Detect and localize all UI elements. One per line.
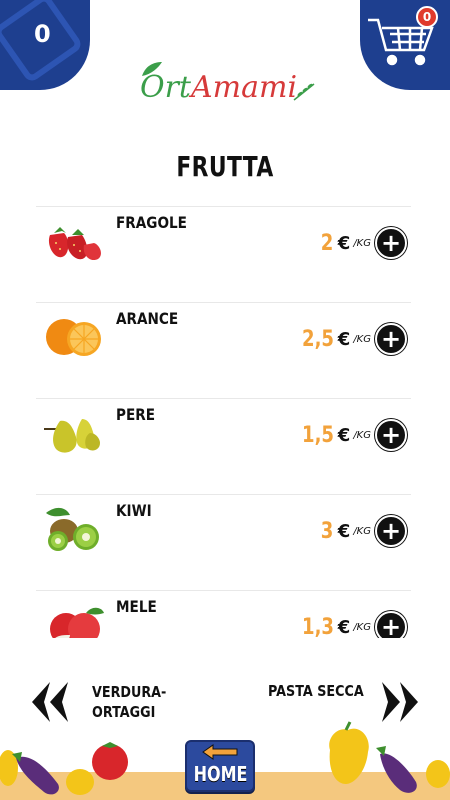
add-to-cart-button[interactable]: + [375,227,407,259]
price-value: 1,5 [301,422,334,448]
back-arrow-icon [202,744,238,760]
product-card[interactable]: ARANCE 2,5 € /KG + [36,302,411,380]
previous-category-label[interactable]: VERDURA- ORTAGGI [92,682,166,722]
currency-symbol: € [337,616,351,638]
kiwi-icon [46,507,99,551]
previous-category-label-line-2: ORTAGGI [92,703,156,721]
product-card[interactable]: KIWI 3 € /KG + [36,494,411,572]
price-unit: /KG [353,237,371,249]
price-block: 2,5 € /KG + [295,323,407,355]
vegetables-right-decoration [329,721,450,793]
price-unit: /KG [353,621,371,633]
plus-icon: + [380,229,402,257]
currency-symbol: € [337,424,351,446]
price-unit: /KG [353,525,371,537]
add-to-cart-button[interactable]: + [375,515,407,547]
price-block: 2 € /KG + [318,227,407,259]
previous-category-button[interactable] [30,680,70,724]
counter-value: 0 [34,20,51,48]
vegetables-left-decoration [0,742,128,795]
next-category-label[interactable]: PASTA SECCA [268,682,364,700]
leaf-icon [142,62,162,76]
plus-icon: + [380,613,402,638]
price-unit: /KG [353,333,371,345]
product-list[interactable]: FRAGOLE 2 € /KG + ARANCE 2,5 € /KG + PER… [36,206,411,638]
currency-symbol: € [337,328,351,350]
product-name: PERE [116,405,156,424]
add-to-cart-button[interactable]: + [375,611,407,638]
product-name: ARANCE [116,309,179,328]
plus-icon: + [380,517,402,545]
price-value: 1,3 [301,614,334,639]
orange-icon [46,319,101,356]
product-card[interactable]: PERE 1,5 € /KG + [36,398,411,476]
price-block: 1,5 € /KG + [295,419,407,451]
price-block: 3 € /KG + [318,515,407,547]
price-block: 1,3 € /KG + [295,611,407,638]
product-name: KIWI [116,501,152,520]
page-title: FRUTTA [176,150,274,183]
pear-icon [44,419,100,453]
logo-part-2: Amami [191,70,298,105]
price-value: 2,5 [301,326,334,352]
currency-symbol: € [337,232,351,254]
previous-category-label-line-1: VERDURA- [92,683,167,701]
product-name: FRAGOLE [116,213,187,232]
product-name: MELE [116,597,157,616]
next-category-button[interactable] [380,680,420,724]
currency-symbol: € [337,520,351,542]
plus-icon: + [380,421,402,449]
plus-icon: + [380,325,402,353]
strawberry-icon [48,227,101,261]
wheat-icon [293,83,315,101]
product-card[interactable]: FRAGOLE 2 € /KG + [36,206,411,284]
apple-icon [50,607,104,638]
add-to-cart-button[interactable]: + [375,323,407,355]
price-value: 2 [321,230,334,256]
cart-count-badge: 0 [416,6,438,28]
product-card[interactable]: MELE 1,3 € /KG + [36,590,411,638]
home-label: HOME [193,762,248,786]
price-value: 3 [321,518,334,544]
price-unit: /KG [353,429,371,441]
add-to-cart-button[interactable]: + [375,419,407,451]
